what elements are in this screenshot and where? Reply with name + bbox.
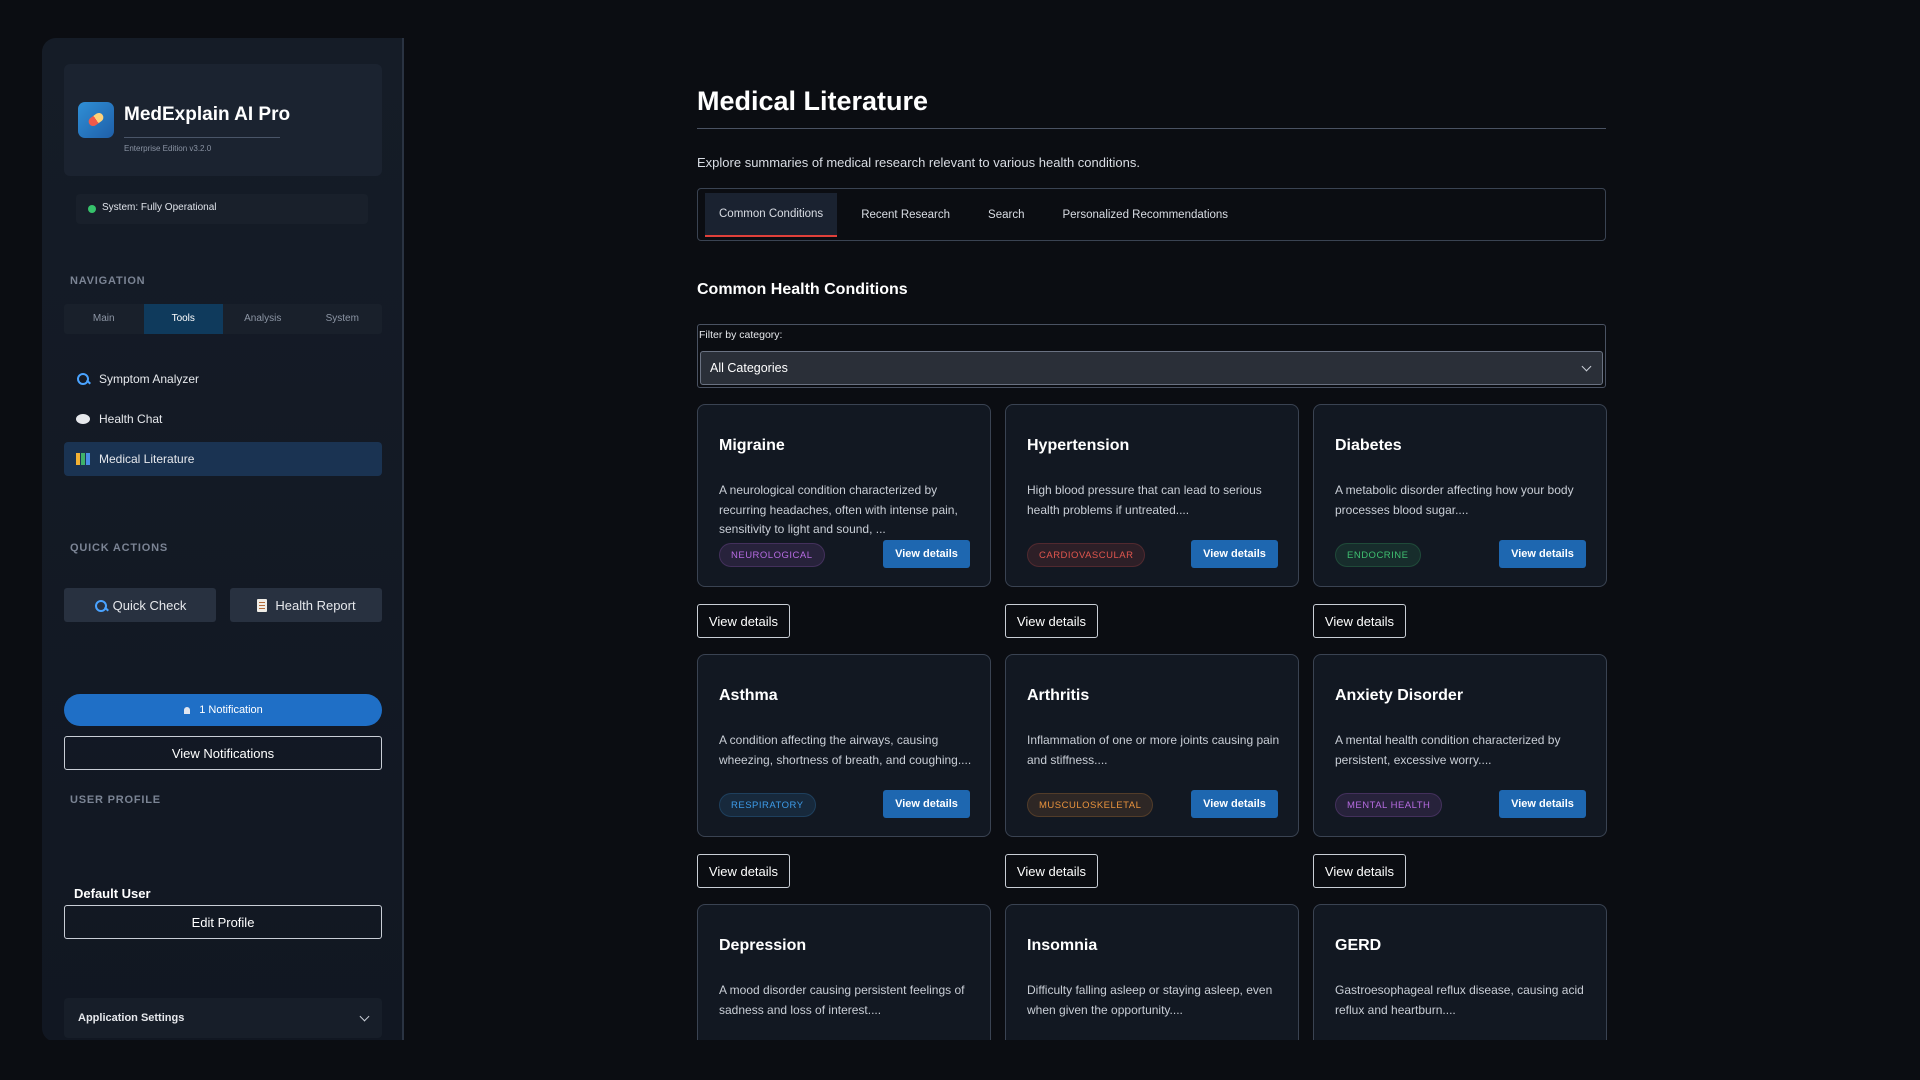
condition-description: Difficulty falling asleep or staying asl…	[1027, 983, 1273, 1017]
literature-tabs: Common Conditions Recent Research Search…	[697, 188, 1606, 241]
health-report-label: Health Report	[275, 597, 356, 613]
user-name: Default User	[74, 886, 151, 901]
condition-title: Anxiety Disorder	[1335, 687, 1464, 704]
brand-divider	[124, 137, 280, 138]
view-details-outline-button[interactable]: View details	[1005, 604, 1098, 638]
view-details-outline-button[interactable]: View details	[1313, 854, 1406, 888]
search-icon	[94, 599, 107, 612]
application-settings-expander[interactable]: Application Settings	[64, 998, 382, 1038]
condition-description: Inflammation of one or more joints causi…	[1027, 733, 1280, 767]
bell-icon	[183, 705, 193, 715]
category-badge: ENDOCRINE	[1335, 543, 1421, 567]
quick-actions-label: QUICK ACTIONS	[70, 542, 168, 554]
report-icon	[256, 598, 269, 612]
view-details-button[interactable]: View details	[883, 790, 970, 818]
filter-label: Filter by category:	[699, 329, 783, 341]
nav-tabs: Main Tools Analysis System	[64, 304, 382, 334]
view-details-button[interactable]: View details	[1499, 790, 1586, 818]
condition-title: Hypertension	[1027, 437, 1130, 454]
sidebar-item-medical-literature[interactable]: Medical Literature	[64, 442, 382, 476]
category-badge: NEUROLOGICAL	[719, 543, 825, 567]
view-details-button[interactable]: View details	[1191, 790, 1278, 818]
app-edition: Enterprise Edition v3.2.0	[124, 144, 212, 153]
view-details-outline-button[interactable]: View details	[697, 854, 790, 888]
quick-check-button[interactable]: Quick Check	[64, 588, 216, 622]
condition-title: Insomnia	[1027, 937, 1098, 954]
sidebar-item-symptom-analyzer[interactable]: Symptom Analyzer	[64, 362, 382, 396]
brand-card: MedExplain AI Pro Enterprise Edition v3.…	[64, 64, 382, 176]
app-title: MedExplain AI Pro	[124, 104, 291, 125]
condition-description: A condition affecting the airways, causi…	[719, 733, 972, 767]
notification-label: 1 Notification	[199, 704, 263, 716]
app-logo-icon	[78, 102, 114, 138]
view-details-button[interactable]: View details	[1191, 540, 1278, 568]
sidebar-item-label: Health Chat	[99, 412, 163, 426]
user-profile-label: USER PROFILE	[70, 794, 161, 806]
nav-tab-system[interactable]: System	[303, 304, 383, 334]
page-description: Explore summaries of medical research re…	[697, 155, 1140, 170]
condition-card: Hypertension High blood pressure that can…	[1005, 404, 1299, 587]
view-details-button[interactable]: View details	[883, 540, 970, 568]
system-status: System: Fully Operational	[76, 194, 368, 224]
tab-personalized-recommendations[interactable]: Personalized Recommendations	[1048, 193, 1242, 237]
category-select[interactable]: All Categories	[700, 351, 1603, 385]
condition-title: Depression	[719, 937, 807, 954]
nav-tab-tools[interactable]: Tools	[143, 304, 223, 334]
quick-check-label: Quick Check	[112, 597, 187, 613]
condition-card: Anxiety Disorder A mental health conditio…	[1313, 654, 1607, 837]
title-divider	[697, 128, 1606, 129]
condition-title: Diabetes	[1335, 437, 1402, 454]
nav-tab-main[interactable]: Main	[64, 304, 144, 334]
view-details-outline-button[interactable]: View details	[1005, 854, 1098, 888]
condition-description: A mental health condition characterized …	[1335, 733, 1561, 767]
condition-card: Asthma A condition affecting the airways,…	[697, 654, 991, 837]
view-details-button[interactable]: View details	[1499, 540, 1586, 568]
category-badge: MUSCULOSKELETAL	[1027, 793, 1154, 817]
tab-common-conditions[interactable]: Common Conditions	[705, 192, 838, 237]
edit-profile-button[interactable]: Edit Profile	[64, 905, 382, 939]
category-badge: CARDIOVASCULAR	[1027, 543, 1146, 567]
tab-recent-research[interactable]: Recent Research	[847, 193, 964, 237]
condition-card: Arthritis Inflammation of one or more joi…	[1005, 654, 1299, 837]
chat-bubble-icon	[76, 412, 90, 426]
condition-description: High blood pressure that can lead to ser…	[1027, 483, 1262, 517]
notification-button[interactable]: 1 Notification	[64, 694, 382, 726]
condition-title: GERD	[1335, 937, 1382, 954]
condition-description: A metabolic disorder affecting how your …	[1335, 483, 1574, 517]
status-dot-icon	[88, 205, 96, 213]
search-icon	[76, 372, 90, 386]
settings-label: Application Settings	[78, 1012, 185, 1024]
tab-search[interactable]: Search	[974, 193, 1038, 237]
category-badge: RESPIRATORY	[719, 793, 816, 817]
health-report-button[interactable]: Health Report	[230, 588, 382, 622]
category-badge: MENTAL HEALTH	[1335, 793, 1443, 817]
condition-description: A neurological condition characterized b…	[719, 483, 958, 536]
navigation-label: NAVIGATION	[70, 275, 146, 287]
viewport-bottom	[0, 1040, 1920, 1080]
condition-description: Gastroesophageal reflux disease, causing…	[1335, 983, 1584, 1017]
section-heading: Common Health Conditions	[697, 281, 908, 298]
books-icon	[76, 452, 90, 466]
condition-title: Migraine	[719, 437, 785, 454]
category-select-value: All Categories	[710, 361, 788, 375]
sidebar-item-label: Symptom Analyzer	[99, 372, 200, 386]
view-notifications-button[interactable]: View Notifications	[64, 736, 382, 770]
sidebar-item-label: Medical Literature	[99, 452, 195, 466]
view-details-outline-button[interactable]: View details	[697, 604, 790, 638]
sidebar: MedExplain AI Pro Enterprise Edition v3.…	[42, 38, 404, 1042]
status-text: System: Fully Operational	[102, 202, 217, 213]
condition-card: Diabetes A metabolic disorder affecting h…	[1313, 404, 1607, 587]
sidebar-item-health-chat[interactable]: Health Chat	[64, 402, 382, 436]
condition-title: Arthritis	[1027, 687, 1090, 704]
category-filter: Filter by category: All Categories	[697, 324, 1606, 388]
chevron-down-icon	[359, 1011, 370, 1021]
chevron-down-icon	[1581, 361, 1592, 371]
page-title: Medical Literature	[697, 86, 929, 116]
view-details-outline-button[interactable]: View details	[1313, 604, 1406, 638]
condition-card: Migraine A neurological condition charact…	[697, 404, 991, 587]
nav-tab-analysis[interactable]: Analysis	[223, 304, 303, 334]
condition-title: Asthma	[719, 687, 778, 704]
condition-description: A mood disorder causing persistent feeli…	[719, 983, 965, 1017]
